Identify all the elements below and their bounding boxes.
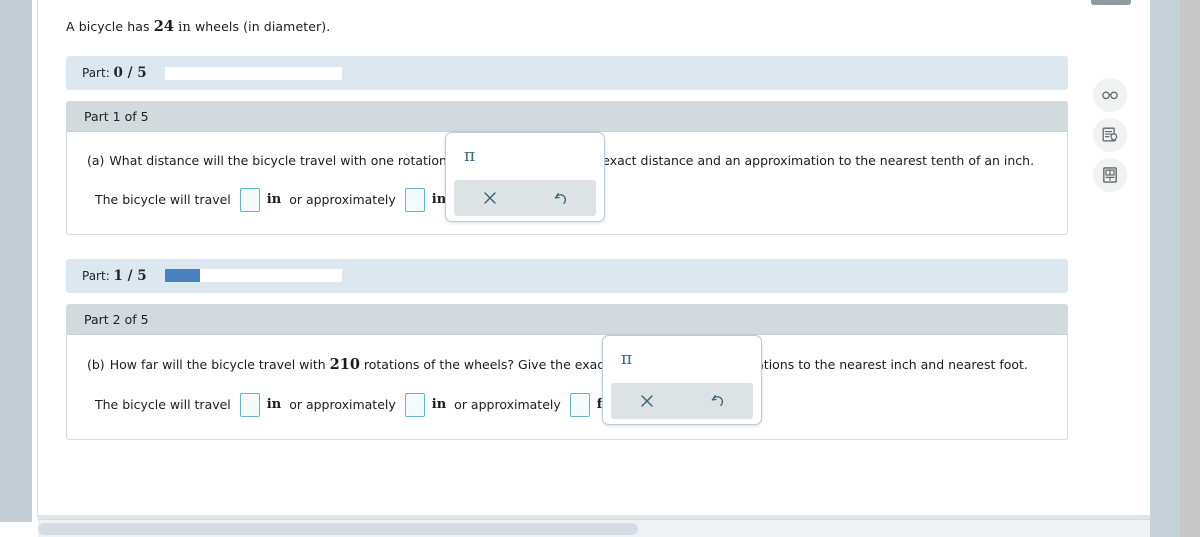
progress-label-1-prefix: Part:: [82, 268, 114, 283]
answer-a-lead: The bicycle will travel: [95, 192, 231, 207]
tool-dock: [1093, 78, 1127, 198]
math-keypad-a-actions: [454, 180, 596, 216]
undo-icon[interactable]: [525, 191, 596, 206]
math-keypad-b-actions: [611, 382, 753, 419]
answer-input-b-2[interactable]: [404, 392, 425, 417]
pi-symbol-button[interactable]: π: [464, 148, 475, 165]
problem-statement-value: 24: [153, 18, 175, 35]
progress-label-0: Part: 0 / 5: [82, 65, 147, 81]
question-b-prefix: How far will the bicycle travel with: [109, 356, 330, 372]
answer-a-unit-2: in: [431, 192, 447, 207]
problem-statement: A bicycle has 24 in wheels (in diameter)…: [66, 18, 1080, 35]
glasses-icon: [1100, 85, 1120, 105]
page-root: A bicycle has 24 in wheels (in diameter)…: [0, 0, 1200, 537]
progress-band-part-1: Part: 1 / 5: [66, 258, 1068, 293]
answer-input-a-2[interactable]: [404, 187, 425, 212]
part-card-1-header: Part 1 of 5: [67, 102, 1067, 132]
part-card-2-header: Part 2 of 5: [67, 304, 1067, 335]
answer-b-connector-2: or approximately: [454, 397, 561, 413]
progress-track-0: [164, 66, 342, 80]
horizontal-scrollbar-thumb[interactable]: [38, 523, 638, 535]
problem-statement-prefix: A bicycle has: [66, 19, 154, 34]
question-b-value: 210: [329, 355, 360, 373]
progress-fill-1: [164, 269, 201, 282]
question-b-text: (b) How far will the bicycle travel with …: [87, 355, 1047, 375]
clear-icon[interactable]: [611, 394, 682, 408]
assignment-content: A bicycle has 24 in wheels (in diameter)…: [45, 0, 1080, 518]
answer-b-unit-2: in: [431, 397, 447, 413]
math-keypad-a[interactable]: π: [445, 132, 605, 222]
scroll-indicator-nub[interactable]: [1091, 0, 1131, 5]
part-card-2: Part 2 of 5 (b) How far will the bicycle …: [66, 303, 1068, 440]
progress-band-part-0: Part: 0 / 5: [66, 56, 1068, 90]
answer-b-connector-1: or approximately: [289, 397, 396, 413]
answer-row-b: The bicycle will travel in or approximat…: [95, 392, 1047, 417]
reading-tools-button[interactable]: [1093, 78, 1127, 112]
horizontal-scrollbar[interactable]: [38, 519, 1150, 537]
math-keypad-b-symbol-row: π: [603, 336, 761, 383]
part-card-1-body: (a) What distance will the bicycle travel…: [67, 132, 1067, 234]
pi-symbol-button[interactable]: π: [621, 350, 632, 368]
part-card-2-body: (b) How far will the bicycle travel with …: [67, 334, 1067, 439]
progress-track-1: [164, 269, 342, 282]
problem-statement-unit: in: [178, 20, 191, 35]
calculator-button[interactable]: [1093, 158, 1127, 192]
part-card-1: Part 1 of 5 (a) What distance will the bi…: [66, 101, 1068, 235]
answer-input-a-1[interactable]: [239, 187, 260, 212]
problem-statement-suffix: wheels (in diameter).: [190, 19, 331, 34]
outer-right-strip: [1180, 0, 1200, 537]
answer-input-b-3[interactable]: [569, 392, 590, 417]
answer-b-unit-1: in: [266, 397, 282, 413]
hints-button[interactable]: [1093, 118, 1127, 152]
progress-label-0-prefix: Part:: [82, 66, 114, 80]
clear-icon[interactable]: [454, 191, 525, 205]
vertical-scrollbar[interactable]: [1150, 0, 1180, 537]
answer-input-b-1[interactable]: [239, 392, 260, 417]
math-keypad-a-symbol-row: π: [446, 133, 604, 180]
hint-document-icon: [1100, 125, 1120, 145]
left-gutter-primary: [32, 0, 38, 518]
undo-icon[interactable]: [682, 393, 753, 408]
question-b-label: (b): [87, 356, 105, 372]
progress-label-1: Part: 1 / 5: [82, 268, 147, 284]
math-keypad-b[interactable]: π: [602, 334, 762, 425]
answer-a-connector-1: or approximately: [289, 192, 396, 207]
progress-label-1-value: 1 / 5: [113, 267, 147, 284]
calculator-icon: [1100, 165, 1120, 185]
left-rail: [0, 0, 32, 522]
question-a-label: (a): [87, 153, 105, 168]
answer-b-lead: The bicycle will travel: [95, 397, 231, 413]
progress-label-0-value: 0 / 5: [113, 65, 147, 81]
answer-a-unit-1: in: [266, 192, 282, 207]
